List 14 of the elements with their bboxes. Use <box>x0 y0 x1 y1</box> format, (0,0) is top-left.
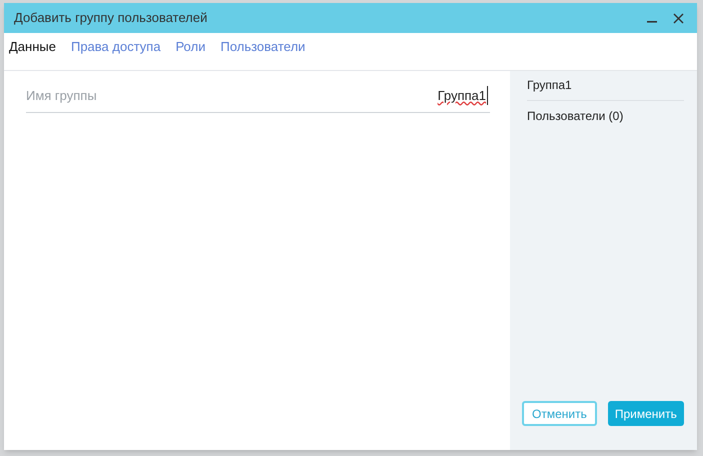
tab[interactable]: Пользователи <box>220 37 306 56</box>
field-value: Группа1 <box>438 86 488 106</box>
window-title: Добавить группу пользователей <box>14 9 208 28</box>
tab[interactable]: Роли <box>176 37 206 56</box>
group-title: Группа1 <box>527 76 684 101</box>
tab[interactable]: Права доступа <box>70 37 161 56</box>
users-count: Пользователи (0) <box>527 108 624 125</box>
tab[interactable]: Данные <box>9 37 56 56</box>
close-icon <box>672 12 684 24</box>
group-name-field[interactable]: Имя группы Группа1 <box>26 83 490 113</box>
field-label: Имя группы <box>26 86 97 105</box>
cancel-button[interactable]: Отменить <box>522 401 597 426</box>
apply-button[interactable]: Применить <box>608 401 684 426</box>
minimize-icon <box>647 21 657 23</box>
